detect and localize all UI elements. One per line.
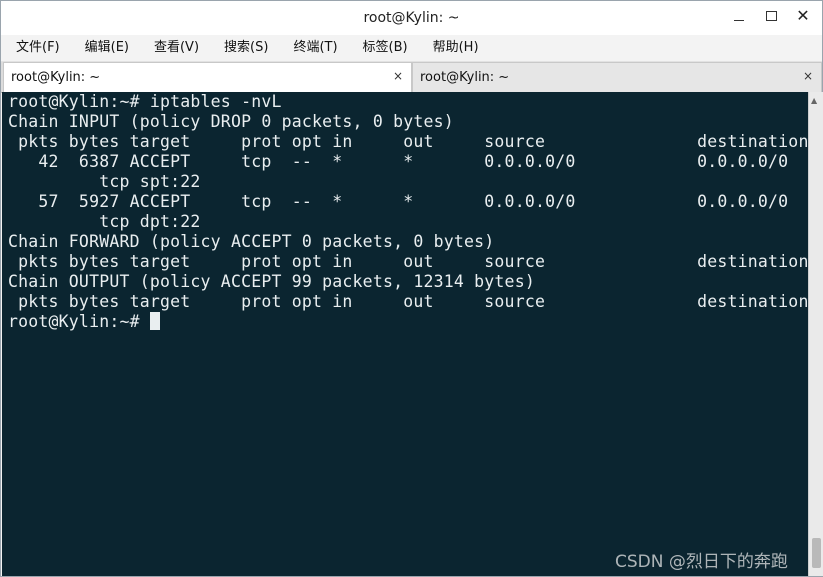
terminal-line: tcp dpt:22 bbox=[8, 212, 201, 231]
watermark: CSDN @烈日下的奔跑 bbox=[615, 552, 788, 572]
terminal-line: pkts bytes target prot opt in out source… bbox=[8, 132, 808, 151]
maximize-icon bbox=[765, 11, 777, 21]
terminal-line: Chain INPUT (policy DROP 0 packets, 0 by… bbox=[8, 112, 454, 131]
terminal-line: tcp spt:22 bbox=[8, 172, 201, 191]
tab-close-icon[interactable]: × bbox=[803, 69, 813, 83]
tab-bar: root@Kylin: ~ × root@Kylin: ~ × bbox=[1, 62, 822, 93]
minimize-button[interactable] bbox=[724, 4, 754, 28]
tab-label: root@Kylin: ~ bbox=[420, 70, 510, 85]
menu-bar: 文件(F) 编辑(E) 查看(V) 搜索(S) 终端(T) 标签(B) 帮助(H… bbox=[1, 35, 822, 62]
vertical-scrollbar[interactable]: ▲ bbox=[808, 92, 823, 576]
terminal-line: Chain FORWARD (policy ACCEPT 0 packets, … bbox=[8, 232, 495, 251]
menu-search[interactable]: 搜索(S) bbox=[209, 35, 278, 61]
menu-file[interactable]: 文件(F) bbox=[1, 35, 70, 61]
tab-terminal-2[interactable]: root@Kylin: ~ × bbox=[412, 62, 822, 92]
menu-view[interactable]: 查看(V) bbox=[139, 35, 209, 61]
terminal-prompt-line[interactable]: root@Kylin:~# bbox=[2, 312, 808, 332]
scroll-up-arrow-icon[interactable]: ▲ bbox=[811, 96, 817, 105]
close-icon: ✕ bbox=[796, 6, 810, 25]
close-window-button[interactable]: ✕ bbox=[788, 4, 818, 28]
terminal-window: root@Kylin: ~ ✕ 文件(F) 编辑(E) 查看(V) 搜索(S) … bbox=[0, 0, 823, 577]
scrollbar-thumb[interactable] bbox=[812, 538, 821, 568]
title-bar[interactable]: root@Kylin: ~ ✕ bbox=[1, 1, 822, 35]
menu-edit[interactable]: 编辑(E) bbox=[70, 35, 139, 61]
terminal-prompt: root@Kylin:~# bbox=[8, 312, 150, 331]
tab-close-icon[interactable]: × bbox=[393, 69, 403, 83]
terminal-line: root@Kylin:~# iptables -nvL bbox=[8, 92, 282, 111]
menu-tabs[interactable]: 标签(B) bbox=[348, 35, 418, 61]
terminal-line: pkts bytes target prot opt in out source… bbox=[8, 292, 808, 311]
terminal-line: 42 6387 ACCEPT tcp -- * * 0.0.0.0/0 0.0.… bbox=[8, 152, 789, 171]
text-cursor bbox=[149, 312, 160, 330]
terminal-line: pkts bytes target prot opt in out source… bbox=[8, 252, 808, 271]
tab-terminal-1[interactable]: root@Kylin: ~ × bbox=[3, 62, 412, 92]
menu-terminal[interactable]: 终端(T) bbox=[278, 35, 347, 61]
window-title: root@Kylin: ~ bbox=[363, 10, 460, 26]
terminal-line: Chain OUTPUT (policy ACCEPT 99 packets, … bbox=[8, 272, 535, 291]
menu-help[interactable]: 帮助(H) bbox=[418, 35, 489, 61]
terminal-line: 57 5927 ACCEPT tcp -- * * 0.0.0.0/0 0.0.… bbox=[8, 192, 789, 211]
terminal-output[interactable]: root@Kylin:~# iptables -nvL Chain INPUT … bbox=[2, 92, 808, 576]
maximize-button[interactable] bbox=[756, 4, 786, 28]
tab-label: root@Kylin: ~ bbox=[11, 70, 101, 85]
minimize-icon bbox=[734, 19, 744, 21]
